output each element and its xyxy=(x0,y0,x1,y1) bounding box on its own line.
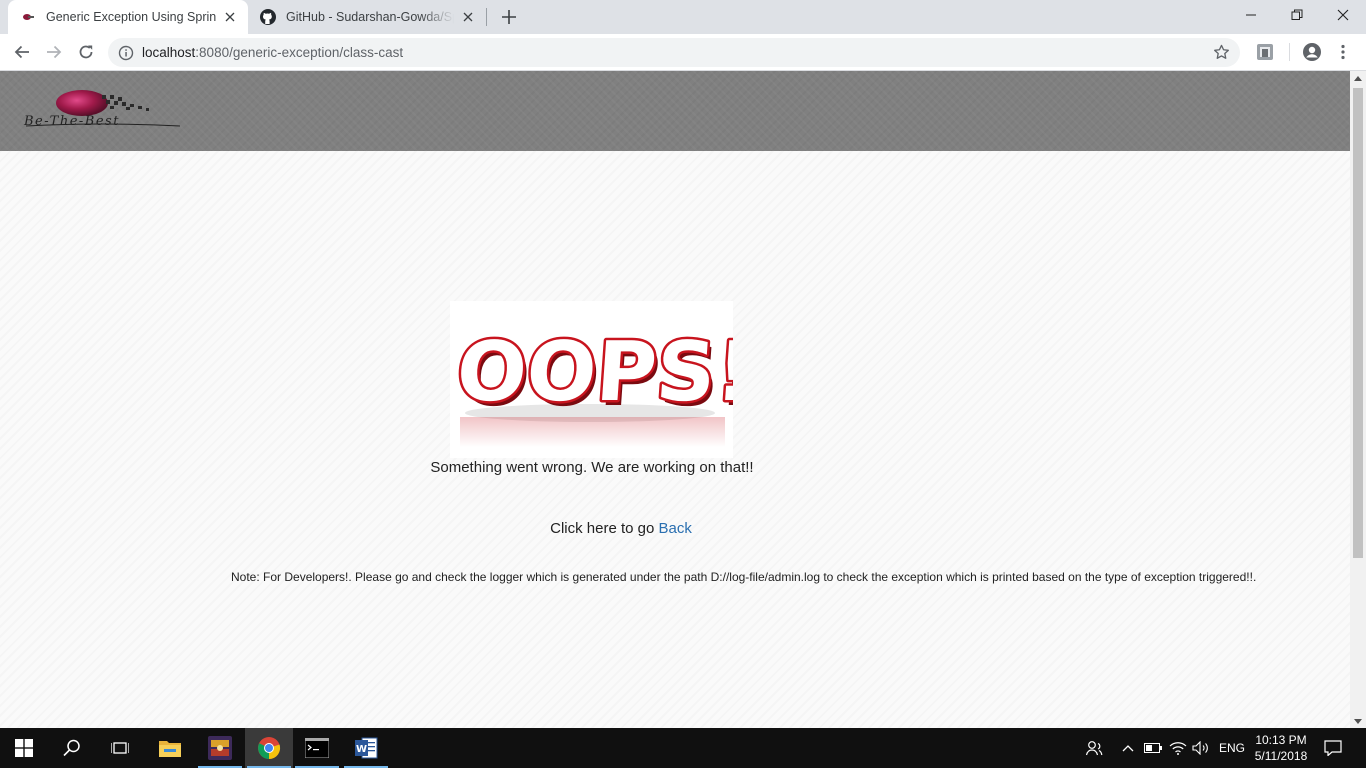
reload-icon xyxy=(79,45,93,59)
address-bar[interactable]: localhost:8080/generic-exception/class-c… xyxy=(108,38,1240,67)
back-line: Click here to go Back xyxy=(550,520,692,537)
tab-title: Generic Exception Using Spring xyxy=(46,10,216,24)
search-icon xyxy=(63,739,80,757)
kebab-menu-icon xyxy=(1341,44,1345,60)
toolbar-divider xyxy=(1289,43,1290,61)
scroll-down-icon[interactable] xyxy=(1354,719,1362,724)
plus-icon xyxy=(502,10,516,24)
scrollbar-thumb[interactable] xyxy=(1353,88,1363,558)
restore-button[interactable] xyxy=(1274,0,1320,30)
action-center-icon[interactable] xyxy=(1322,728,1344,768)
close-tab-icon[interactable] xyxy=(460,9,476,25)
start-button[interactable] xyxy=(0,728,48,768)
taskbar-command-prompt[interactable] xyxy=(293,728,341,768)
extension-icon[interactable] xyxy=(1255,42,1275,62)
wifi-icon[interactable] xyxy=(1168,728,1188,768)
back-button[interactable] xyxy=(10,40,34,64)
restore-icon xyxy=(1291,9,1303,20)
clock-time: 10:13 PM xyxy=(1255,733,1307,747)
tab-title: GitHub - Sudarshan-Gowda/Spring xyxy=(286,10,454,24)
file-explorer-icon xyxy=(159,741,181,757)
chrome-icon xyxy=(258,737,281,760)
game-app-icon xyxy=(208,736,232,760)
taskbar-word[interactable]: W xyxy=(342,728,390,768)
profile-icon[interactable] xyxy=(1302,42,1322,62)
tab-generic-exception[interactable]: Generic Exception Using Spring xyxy=(8,0,248,34)
browser-tab-strip: Generic Exception Using Spring GitHub - … xyxy=(0,0,1366,34)
task-view-icon xyxy=(111,742,129,754)
minimize-icon xyxy=(1246,14,1256,16)
bookmark-star-icon[interactable] xyxy=(1213,44,1230,61)
show-hidden-icons-chevron-icon[interactable] xyxy=(1120,728,1136,768)
command-prompt-icon xyxy=(305,738,329,758)
word-icon: W xyxy=(355,737,378,759)
taskbar-game-app[interactable] xyxy=(196,728,244,768)
task-view-button[interactable] xyxy=(96,728,144,768)
tab-github[interactable]: GitHub - Sudarshan-Gowda/Spring xyxy=(248,0,486,34)
info-icon xyxy=(118,45,134,61)
search-button[interactable] xyxy=(48,728,96,768)
tab-divider xyxy=(486,8,487,26)
oops-text: OOPS! xyxy=(454,325,733,420)
clock-date: 5/11/2018 xyxy=(1254,749,1308,763)
new-tab-button[interactable] xyxy=(499,7,519,27)
back-link[interactable]: Back xyxy=(659,520,692,537)
input-language[interactable]: ENG xyxy=(1219,741,1245,755)
url-text: localhost:8080/generic-exception/class-c… xyxy=(142,45,404,60)
minimize-button[interactable] xyxy=(1228,0,1274,30)
github-icon xyxy=(260,9,276,25)
taskbar-chrome[interactable] xyxy=(245,728,293,768)
windows-icon xyxy=(15,739,33,757)
scroll-up-icon[interactable] xyxy=(1354,76,1362,81)
svg-text:W: W xyxy=(356,744,367,755)
arrow-right-icon xyxy=(47,45,62,59)
site-logo-icon xyxy=(20,9,36,25)
volume-icon[interactable] xyxy=(1191,728,1211,768)
taskbar-file-explorer[interactable] xyxy=(146,728,194,768)
developer-note: Note: For Developers!. Please go and che… xyxy=(231,570,1257,584)
reload-button[interactable] xyxy=(74,40,98,64)
site-header: Be-The-Best xyxy=(0,71,1350,151)
windows-taskbar: W ENG 10:13 PM 5/11/2018 xyxy=(0,728,1366,768)
people-icon[interactable] xyxy=(1082,728,1106,768)
arrow-left-icon xyxy=(14,45,29,59)
close-window-button[interactable] xyxy=(1320,0,1366,30)
close-tab-icon[interactable] xyxy=(222,9,238,25)
logo-text: Be-The-Best xyxy=(24,114,120,129)
oops-image: OOPS! OOPS! xyxy=(450,301,733,458)
page-viewport: Be-The-Best OOPS! OOPS! Something went w… xyxy=(0,71,1350,728)
close-icon xyxy=(1337,9,1349,21)
battery-icon[interactable] xyxy=(1143,728,1163,768)
system-clock[interactable]: 10:13 PM 5/11/2018 xyxy=(1246,732,1316,764)
forward-button[interactable] xyxy=(42,40,66,64)
browser-toolbar: localhost:8080/generic-exception/class-c… xyxy=(0,34,1366,71)
error-message: Something went wrong. We are working on … xyxy=(430,459,754,476)
chrome-menu-button[interactable] xyxy=(1333,42,1353,62)
vertical-scrollbar[interactable] xyxy=(1350,71,1366,728)
